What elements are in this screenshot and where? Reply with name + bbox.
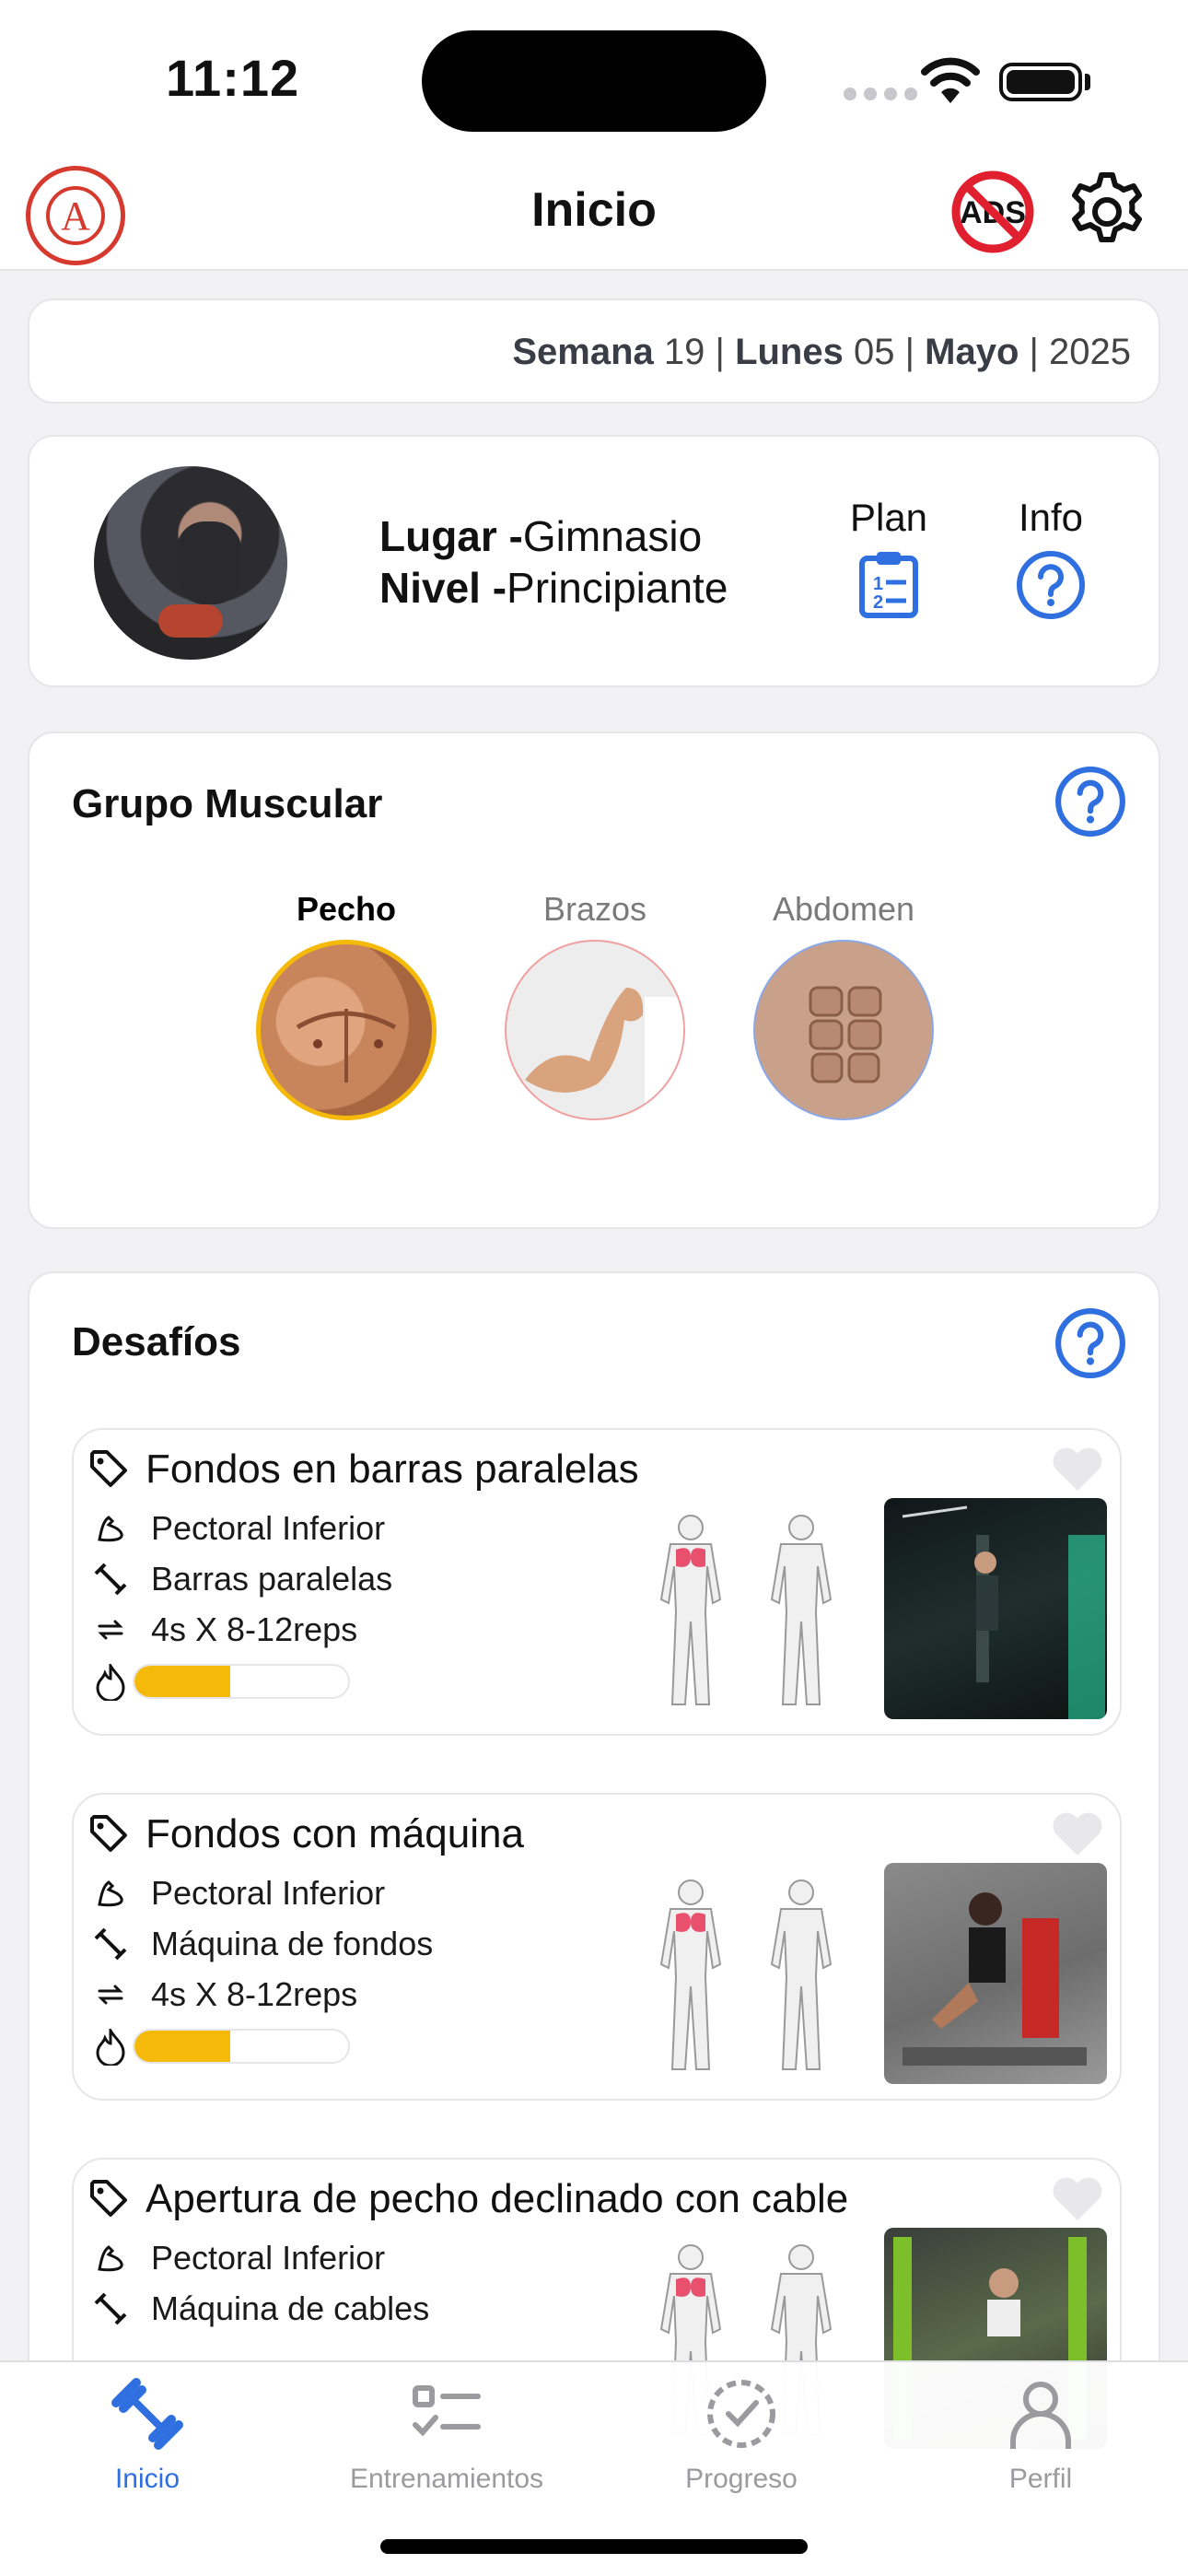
muscle-item-arms[interactable]: Brazos — [503, 890, 687, 1120]
status-bar: 11:12 — [0, 0, 1188, 157]
challenge-title: Fondos en barras paralelas — [146, 1446, 639, 1492]
flame-icon — [96, 1664, 125, 1701]
svg-text:2: 2 — [873, 592, 883, 613]
difficulty-bar — [133, 2029, 350, 2064]
tab-label: Perfil — [1008, 2464, 1073, 2494]
favorite-heart-icon[interactable] — [1050, 2172, 1105, 2224]
tab-inicio[interactable]: Inicio — [9, 2375, 285, 2495]
week-label: Semana — [512, 332, 654, 372]
muscle-label: Abdomen — [772, 890, 915, 928]
repeat-icon — [98, 1620, 123, 1640]
bicep-icon — [98, 1880, 123, 1907]
challenge-photo — [884, 1498, 1107, 1719]
dumbbell-icon — [111, 2378, 183, 2450]
home-indicator — [380, 2539, 808, 2554]
muscle-label: Brazos — [542, 890, 647, 928]
muscle-map-figure — [659, 1879, 833, 2070]
dumbbell-diagonal-icon — [94, 2292, 127, 2325]
level-value: Principiante — [507, 564, 728, 612]
challenge-muscle-row: Pectoral Inferior — [94, 1870, 385, 1916]
day-label: Lunes — [735, 332, 844, 372]
tab-label: Entrenamientos — [349, 2464, 544, 2494]
favorite-heart-icon[interactable] — [1050, 1808, 1105, 1859]
svg-text:1: 1 — [873, 574, 883, 594]
tab-perfil[interactable]: Perfil — [903, 2375, 1179, 2495]
plan-label: Plan — [849, 496, 928, 539]
muscle-group-title: Grupo Muscular — [72, 781, 383, 826]
info-label: Info — [1018, 496, 1084, 539]
muscle-item-abs[interactable]: Abdomen — [751, 890, 936, 1120]
cellular-signal-icon — [844, 88, 917, 100]
clipboard-list-icon: 1 2 — [859, 552, 918, 618]
challenge-sets-row: 4s X 8-12reps — [94, 1607, 357, 1653]
challenge-card[interactable]: Fondos en barras paralelas Pectoral Infe… — [72, 1428, 1122, 1736]
wifi-icon — [921, 57, 980, 103]
flame-icon — [96, 2029, 125, 2066]
profile-info: Lugar -Gimnasio Nivel -Principiante — [379, 510, 728, 614]
muscle-label: Pecho — [296, 890, 397, 928]
bicep-icon — [98, 2245, 123, 2272]
chest-thumbnail — [256, 940, 437, 1120]
bicep-icon — [98, 1516, 123, 1542]
challenge-card[interactable]: Fondos con máquina Pectoral Inferior Máq… — [72, 1793, 1122, 2101]
challenge-equipment-row: Barras paralelas — [94, 1556, 392, 1602]
tab-label: Progreso — [685, 2464, 798, 2494]
day-number: 05 — [853, 332, 895, 372]
tab-label: Inicio — [114, 2464, 181, 2494]
dynamic-island — [422, 30, 766, 132]
profile-card: Lugar -Gimnasio Nivel -Principiante Plan… — [28, 435, 1160, 687]
year: 2025 — [1049, 332, 1131, 372]
challenge-equipment-row: Máquina de fondos — [94, 1921, 433, 1967]
question-circle-icon — [1017, 551, 1085, 619]
dumbbell-diagonal-icon — [94, 1927, 127, 1961]
challenge-muscle-row: Pectoral Inferior — [94, 2235, 385, 2281]
no-ads-button[interactable]: ADS — [949, 168, 1037, 256]
checklist-icon — [413, 2385, 481, 2437]
date-line: Semana 19 | Lunes 05 | Mayo | 2025 — [512, 332, 1131, 372]
challenges-title: Desafíos — [72, 1319, 241, 1364]
tag-icon — [90, 1450, 127, 1487]
repeat-icon — [98, 1985, 123, 2005]
level-label: Nivel - — [379, 564, 507, 612]
place-value: Gimnasio — [522, 512, 703, 560]
abs-thumbnail — [753, 940, 934, 1120]
favorite-heart-icon[interactable] — [1050, 1443, 1105, 1494]
status-time: 11:12 — [166, 49, 300, 107]
muscle-item-chest[interactable]: Pecho — [254, 890, 438, 1120]
settings-gear-icon[interactable] — [1065, 170, 1149, 254]
place-label: Lugar - — [379, 512, 523, 560]
muscle-group-card: Grupo Muscular Pecho Brazos Abdomen — [28, 732, 1160, 1229]
info-button[interactable]: Info — [1000, 496, 1101, 626]
tag-icon — [90, 1815, 127, 1852]
nav-header: A Inicio ADS — [0, 157, 1188, 271]
date-card: Semana 19 | Lunes 05 | Mayo | 2025 — [28, 299, 1160, 404]
difficulty-bar — [133, 1664, 350, 1699]
challenge-sets-row: 4s X 8-12reps — [94, 1972, 357, 2018]
dumbbell-diagonal-icon — [94, 1563, 127, 1596]
challenges-help-icon[interactable] — [1054, 1306, 1127, 1380]
challenge-muscle-row: Pectoral Inferior — [94, 1505, 385, 1551]
person-icon — [1010, 2382, 1071, 2449]
tab-entrenamientos[interactable]: Entrenamientos — [309, 2375, 585, 2495]
plan-button[interactable]: Plan 1 2 — [838, 496, 939, 624]
tab-progreso[interactable]: Progreso — [603, 2375, 879, 2495]
progress-check-circle-icon — [707, 2380, 775, 2448]
challenge-title: Fondos con máquina — [146, 1811, 524, 1856]
challenge-equipment-row: Máquina de cables — [94, 2286, 429, 2332]
week-number: 19 — [663, 332, 705, 372]
profile-avatar[interactable] — [94, 466, 287, 660]
month-name: Mayo — [925, 332, 1019, 372]
challenge-photo — [884, 1863, 1107, 2084]
arms-thumbnail — [505, 940, 685, 1120]
muscle-group-help-icon[interactable] — [1054, 765, 1127, 838]
muscle-map-figure — [659, 1515, 833, 1705]
challenge-title: Apertura de pecho declinado con cable — [146, 2176, 849, 2221]
battery-icon — [999, 63, 1082, 101]
tag-icon — [90, 2180, 127, 2217]
